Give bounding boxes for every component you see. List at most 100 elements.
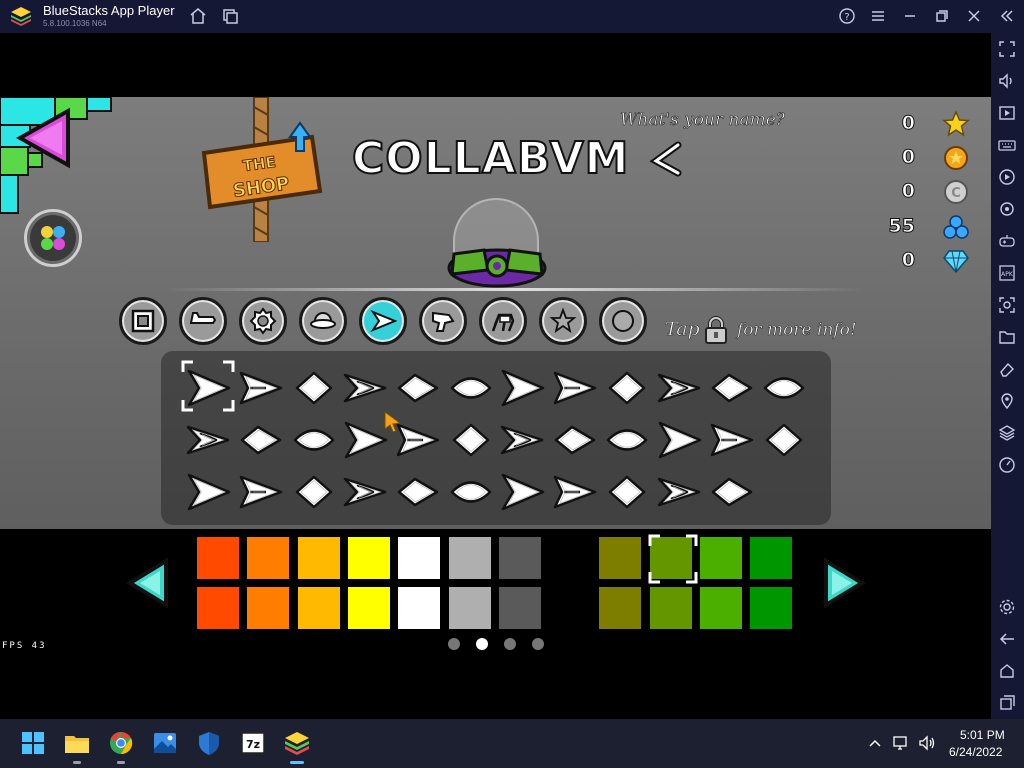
wave-icon-option[interactable] bbox=[446, 467, 496, 517]
volume-tray-icon[interactable] bbox=[918, 734, 936, 752]
player-name-button[interactable]: COLLABVM bbox=[351, 132, 642, 185]
media-icon[interactable] bbox=[998, 104, 1016, 122]
clock-date[interactable]: 6/24/2022 bbox=[949, 745, 1002, 759]
wave-icon-option[interactable] bbox=[236, 415, 286, 465]
secondary-color-swatch[interactable] bbox=[498, 587, 541, 629]
wave-icon-option[interactable] bbox=[289, 363, 339, 413]
secondary-color-swatch[interactable] bbox=[750, 587, 793, 629]
primary-color-swatch[interactable] bbox=[700, 537, 742, 579]
cube-category-button[interactable] bbox=[119, 297, 167, 345]
page-dot[interactable] bbox=[448, 638, 460, 650]
apk-icon[interactable]: APK bbox=[998, 264, 1016, 282]
robot-category-button[interactable] bbox=[419, 297, 467, 345]
wave-icon-option[interactable] bbox=[759, 415, 809, 465]
wave-icon-option[interactable] bbox=[236, 363, 286, 413]
secondary-color-swatch[interactable] bbox=[398, 587, 441, 629]
color-drops-button[interactable] bbox=[24, 209, 82, 267]
primary-color-swatch[interactable] bbox=[549, 537, 592, 579]
secondary-color-swatch[interactable] bbox=[649, 587, 692, 629]
primary-color-swatch[interactable] bbox=[398, 537, 441, 579]
photos-icon[interactable] bbox=[151, 729, 179, 757]
folder-icon[interactable] bbox=[998, 328, 1016, 346]
bluestacks-taskbar-icon[interactable] bbox=[283, 729, 311, 757]
ufo-category-button[interactable] bbox=[299, 297, 347, 345]
wave-icon-option[interactable] bbox=[393, 363, 443, 413]
secondary-color-swatch[interactable] bbox=[247, 587, 290, 629]
wave-icon-option[interactable] bbox=[550, 363, 600, 413]
wave-icon-option[interactable] bbox=[446, 415, 496, 465]
eraser-icon[interactable] bbox=[998, 360, 1016, 378]
gamepad-icon[interactable] bbox=[998, 232, 1016, 250]
page-dot[interactable] bbox=[504, 638, 516, 650]
wave-category-button[interactable] bbox=[359, 297, 407, 345]
primary-color-swatch[interactable] bbox=[347, 537, 390, 579]
wave-icon-option[interactable] bbox=[393, 467, 443, 517]
primary-color-swatch[interactable] bbox=[247, 537, 290, 579]
wave-icon-option[interactable] bbox=[289, 467, 339, 517]
ship-category-button[interactable] bbox=[179, 297, 227, 345]
secondary-color-swatch[interactable] bbox=[448, 587, 491, 629]
maximize-icon[interactable] bbox=[932, 6, 952, 26]
speed-icon[interactable] bbox=[998, 456, 1016, 474]
minimize-icon[interactable] bbox=[900, 6, 920, 26]
secondary-color-swatch[interactable] bbox=[197, 587, 239, 629]
wave-icon-option[interactable] bbox=[184, 363, 234, 413]
wave-icon-option[interactable] bbox=[289, 415, 339, 465]
back-arrow-button[interactable] bbox=[16, 107, 72, 169]
page-dot[interactable] bbox=[476, 638, 488, 650]
edit-name-arrow-icon[interactable] bbox=[648, 141, 688, 177]
primary-color-swatch[interactable] bbox=[498, 537, 541, 579]
wave-icon-option[interactable] bbox=[602, 467, 652, 517]
volume-icon[interactable] bbox=[998, 72, 1016, 90]
chrome-icon[interactable] bbox=[107, 729, 135, 757]
close-icon[interactable] bbox=[964, 6, 984, 26]
record-icon[interactable] bbox=[998, 168, 1016, 186]
wave-icon-option[interactable] bbox=[446, 363, 496, 413]
wave-icon-option[interactable] bbox=[550, 415, 600, 465]
ball-category-button[interactable] bbox=[239, 297, 287, 345]
menu-icon[interactable] bbox=[868, 6, 888, 26]
7zip-icon[interactable]: 7z bbox=[239, 729, 267, 757]
wave-icon-option[interactable] bbox=[341, 467, 391, 517]
wave-icon-option[interactable] bbox=[655, 363, 705, 413]
home-icon[interactable] bbox=[188, 6, 208, 26]
wave-icon-option[interactable] bbox=[498, 415, 548, 465]
wave-icon-option[interactable] bbox=[707, 363, 757, 413]
primary-color-swatch[interactable] bbox=[297, 537, 340, 579]
wave-icon-option[interactable] bbox=[341, 363, 391, 413]
secondary-color-swatch[interactable] bbox=[549, 587, 592, 629]
secondary-color-swatch[interactable] bbox=[297, 587, 340, 629]
next-page-arrow[interactable] bbox=[822, 557, 866, 609]
wave-icon-option[interactable] bbox=[184, 467, 234, 517]
recents-icon[interactable] bbox=[998, 694, 1016, 712]
windows-start-icon[interactable] bbox=[19, 729, 47, 757]
secondary-color-swatch[interactable] bbox=[700, 587, 742, 629]
page-dot[interactable] bbox=[532, 638, 544, 650]
show-hidden-icons-icon[interactable] bbox=[866, 734, 884, 752]
wave-icon-option[interactable] bbox=[550, 467, 600, 517]
help-icon[interactable]: ? bbox=[837, 6, 857, 26]
network-icon[interactable] bbox=[892, 734, 910, 752]
location-icon[interactable] bbox=[998, 392, 1016, 410]
collapse-sidebar-icon[interactable] bbox=[996, 6, 1016, 26]
wave-icon-option[interactable] bbox=[707, 415, 757, 465]
wave-icon-option[interactable] bbox=[498, 363, 548, 413]
multi-instance-icon[interactable] bbox=[220, 6, 240, 26]
primary-color-swatch[interactable] bbox=[599, 537, 642, 579]
clock-time[interactable]: 5:01 PM bbox=[960, 728, 1005, 742]
secondary-color-swatch[interactable] bbox=[599, 587, 642, 629]
wave-icon-option[interactable] bbox=[602, 415, 652, 465]
rotate-icon[interactable] bbox=[998, 200, 1016, 218]
wave-icon-option[interactable] bbox=[655, 467, 705, 517]
settings-icon[interactable] bbox=[998, 598, 1016, 616]
file-explorer-icon[interactable] bbox=[63, 729, 91, 757]
security-icon[interactable] bbox=[195, 729, 223, 757]
wave-icon-option[interactable] bbox=[655, 415, 705, 465]
wave-icon-option[interactable] bbox=[184, 415, 234, 465]
wave-icon-option[interactable] bbox=[498, 467, 548, 517]
primary-color-swatch[interactable] bbox=[448, 537, 491, 579]
primary-color-swatch[interactable] bbox=[750, 537, 793, 579]
trail-category-button[interactable] bbox=[539, 297, 587, 345]
layers-icon[interactable] bbox=[998, 424, 1016, 442]
shop-sign-button[interactable]: THE SHOP bbox=[200, 97, 325, 242]
